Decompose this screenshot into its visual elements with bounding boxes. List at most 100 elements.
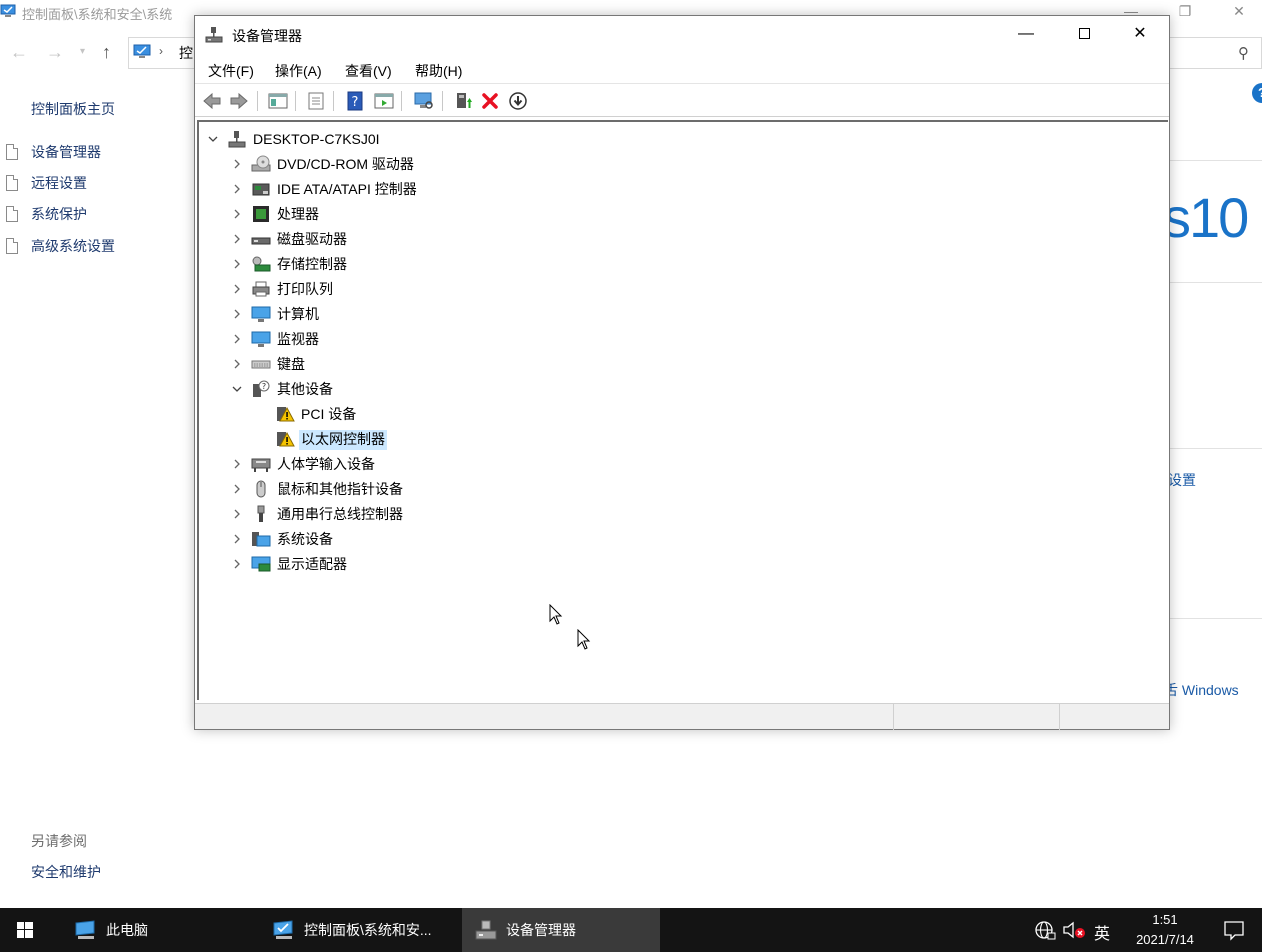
chevron-right-icon[interactable] bbox=[231, 258, 243, 270]
chevron-right-icon[interactable] bbox=[231, 308, 243, 320]
tree-item-computer[interactable]: 计算机 bbox=[199, 302, 599, 326]
control-panel-home-link[interactable]: 控制面板主页 bbox=[31, 99, 115, 119]
display-adapter-icon bbox=[251, 556, 271, 572]
tree-item-hid[interactable]: 人体学输入设备 bbox=[199, 452, 599, 476]
chevron-right-icon[interactable] bbox=[231, 458, 243, 470]
monitor-icon bbox=[251, 331, 271, 347]
up-arrow-icon[interactable]: ↑ bbox=[102, 42, 111, 63]
tree-item-label-selected: 以太网控制器 bbox=[299, 430, 387, 450]
status-bar-segment bbox=[893, 704, 1059, 730]
menu-action[interactable]: 操作(A) bbox=[275, 61, 322, 81]
clock-time[interactable]: 1:51 bbox=[1140, 912, 1190, 927]
network-globe-icon[interactable] bbox=[1034, 920, 1056, 940]
activate-windows-link[interactable]: 舌 Windows bbox=[1164, 680, 1239, 700]
chevron-right-icon[interactable] bbox=[231, 208, 243, 220]
tree-item-processor[interactable]: 处理器 bbox=[199, 202, 599, 226]
warning-device-icon bbox=[277, 431, 295, 447]
tree-item-display-adapter[interactable]: 显示适配器 bbox=[199, 552, 599, 576]
hid-icon bbox=[251, 458, 271, 472]
clock-date[interactable]: 2021/7/14 bbox=[1122, 932, 1208, 947]
tree-item-keyboard[interactable]: 键盘 bbox=[199, 352, 599, 376]
close-button[interactable]: ✕ bbox=[1111, 16, 1169, 54]
mouse-icon bbox=[256, 480, 266, 498]
search-icon: ⚲ bbox=[1238, 45, 1249, 62]
mouse-pointer-icon bbox=[549, 604, 563, 625]
taskbar-item-control-panel[interactable]: 控制面板\系统和安... bbox=[262, 908, 462, 952]
tree-item-usb[interactable]: 通用串行总线控制器 bbox=[199, 502, 599, 526]
sidebar-item-device-manager[interactable]: 设备管理器 bbox=[6, 141, 101, 163]
ime-indicator[interactable]: 英 bbox=[1094, 920, 1110, 944]
tree-item-label: 键盘 bbox=[277, 356, 305, 372]
change-settings-link[interactable]: 设置 bbox=[1168, 470, 1196, 490]
tree-item-other-devices[interactable]: ? 其他设备 bbox=[199, 377, 599, 401]
back-arrow-icon[interactable] bbox=[201, 90, 223, 112]
toolbar-separator bbox=[401, 91, 402, 111]
disable-device-icon[interactable] bbox=[507, 90, 529, 112]
shield-document-icon bbox=[6, 238, 18, 254]
control-panel-icon bbox=[273, 920, 293, 939]
uninstall-icon[interactable] bbox=[479, 90, 501, 112]
address-text: 控 bbox=[179, 45, 193, 61]
device-manager-titlebar[interactable]: 设备管理器 — ✕ bbox=[195, 16, 1169, 54]
tree-root-node[interactable]: DESKTOP-C7KSJ0I bbox=[199, 127, 599, 151]
menu-file[interactable]: 文件(F) bbox=[208, 61, 254, 81]
tree-item-ide[interactable]: IDE ATA/ATAPI 控制器 bbox=[199, 177, 599, 201]
minimize-button[interactable]: — bbox=[997, 16, 1055, 54]
breadcrumb-chevron-icon[interactable]: › bbox=[159, 44, 163, 58]
tree-item-system-devices[interactable]: 系统设备 bbox=[199, 527, 599, 551]
chevron-right-icon[interactable] bbox=[231, 483, 243, 495]
menu-view[interactable]: 查看(V) bbox=[345, 61, 392, 81]
sidebar-item-advanced-settings[interactable]: 高级系统设置 bbox=[6, 235, 115, 257]
action-pane-icon[interactable] bbox=[373, 90, 395, 112]
tree-item-print-queue[interactable]: 打印队列 bbox=[199, 277, 599, 301]
forward-arrow-icon[interactable] bbox=[228, 90, 250, 112]
help-icon[interactable]: ? bbox=[344, 90, 366, 112]
sidebar-item-system-protection[interactable]: 系统保护 bbox=[6, 203, 87, 225]
chevron-right-icon[interactable] bbox=[231, 533, 243, 545]
menu-help[interactable]: 帮助(H) bbox=[415, 61, 462, 81]
windows-start-icon[interactable] bbox=[0, 908, 50, 952]
tree-item-storage[interactable]: 存储控制器 bbox=[199, 252, 599, 276]
recent-locations-chevron-icon[interactable]: ▾ bbox=[80, 46, 85, 57]
tree-item-disk[interactable]: 磁盘驱动器 bbox=[199, 227, 599, 251]
chevron-right-icon[interactable] bbox=[231, 233, 243, 245]
chevron-right-icon[interactable] bbox=[231, 358, 243, 370]
bg-close-button[interactable]: ✕ bbox=[1216, 0, 1262, 24]
chevron-right-icon[interactable] bbox=[231, 283, 243, 295]
chevron-right-icon[interactable] bbox=[231, 333, 243, 345]
section-divider bbox=[1168, 160, 1262, 161]
tree-item-ethernet-controller[interactable]: 以太网控制器 bbox=[199, 427, 599, 451]
chevron-down-icon[interactable] bbox=[231, 383, 243, 395]
search-box[interactable]: ⚲ bbox=[1168, 37, 1262, 69]
forward-arrow-icon[interactable]: → bbox=[46, 42, 64, 63]
toolbar-separator bbox=[295, 91, 296, 111]
show-hide-console-tree-icon[interactable] bbox=[267, 90, 289, 112]
tree-item-label: 其他设备 bbox=[277, 381, 333, 397]
taskbar-item-device-manager[interactable]: 设备管理器 bbox=[462, 908, 660, 952]
chevron-down-icon[interactable] bbox=[207, 133, 219, 145]
speaker-muted-icon[interactable] bbox=[1062, 920, 1088, 940]
sidebar-item-label: 设备管理器 bbox=[31, 144, 101, 160]
chevron-right-icon[interactable] bbox=[231, 558, 243, 570]
security-and-maintenance-link[interactable]: 安全和维护 bbox=[31, 862, 101, 882]
help-icon[interactable]: ? bbox=[1252, 83, 1262, 103]
device-tree[interactable]: DESKTOP-C7KSJ0I DVD/CD-ROM 驱动器 IDE ATA/A… bbox=[197, 120, 1168, 700]
scan-hardware-icon[interactable] bbox=[413, 90, 435, 112]
chevron-right-icon[interactable] bbox=[231, 158, 243, 170]
tree-item-dvd[interactable]: DVD/CD-ROM 驱动器 bbox=[199, 152, 599, 176]
chevron-right-icon[interactable] bbox=[231, 183, 243, 195]
tree-item-label: 鼠标和其他指针设备 bbox=[277, 481, 403, 497]
properties-icon[interactable] bbox=[305, 90, 327, 112]
notification-center-icon[interactable] bbox=[1222, 918, 1246, 942]
sidebar-item-remote-settings[interactable]: 远程设置 bbox=[6, 172, 87, 194]
computer-icon bbox=[251, 306, 271, 322]
tree-item-monitor[interactable]: 监视器 bbox=[199, 327, 599, 351]
taskbar-item-this-pc[interactable]: 此电脑 bbox=[62, 908, 258, 952]
chevron-right-icon[interactable] bbox=[231, 508, 243, 520]
tree-item-mouse[interactable]: 鼠标和其他指针设备 bbox=[199, 477, 599, 501]
tree-item-pci-device[interactable]: PCI 设备 bbox=[199, 402, 599, 426]
back-arrow-icon[interactable]: ← bbox=[10, 42, 28, 63]
maximize-button[interactable] bbox=[1055, 16, 1113, 54]
update-driver-icon[interactable] bbox=[452, 90, 474, 112]
shield-document-icon bbox=[6, 175, 18, 191]
